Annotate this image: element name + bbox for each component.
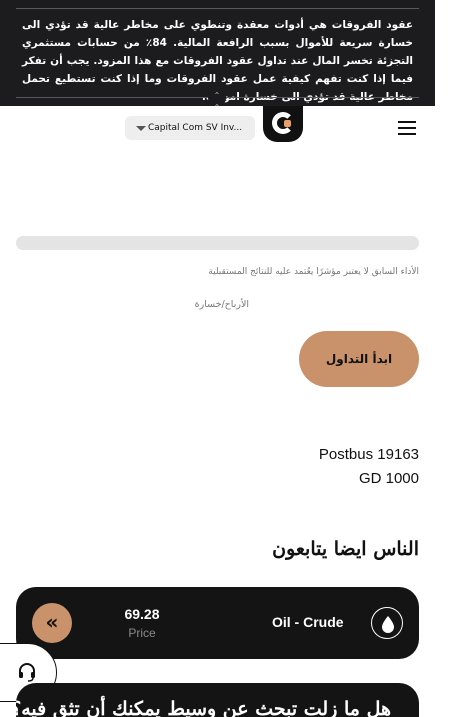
oil-drop-icon [371, 607, 403, 639]
risk-warning-banner: عقود الفروقات هي أدوات معقدة وتنطوي على … [0, 0, 435, 112]
profit-loss-label: الأرباح/خسارة [194, 299, 249, 310]
hamburger-menu-icon[interactable] [398, 121, 416, 135]
address-line: GD 1000 [358, 470, 419, 487]
instrument-price-label: Price [128, 626, 156, 640]
double-chevron-up-icon[interactable]: ⌃⌃ [208, 90, 226, 112]
double-chevron-left-icon[interactable]: « [32, 603, 72, 643]
instrument-price: 69.28 [124, 606, 160, 622]
loading-bar [16, 236, 419, 250]
account-select[interactable]: Capital Com SV Inv... [125, 116, 255, 140]
trusted-broker-card: هل ما زلت تبحث عن وسيط يمكنك أن تثق فيه؟ [16, 683, 419, 717]
logo-dot [284, 120, 291, 127]
past-performance-disclaimer: الأداء السابق لا يعتبر مؤشرًا يعُتمد علي… [208, 267, 419, 277]
instrument-card-oil-crude[interactable]: « 69.28 Price Oil - Crude [16, 587, 419, 659]
caret-down-icon [136, 126, 146, 131]
instrument-name: Oil - Crude [272, 614, 344, 630]
trusted-broker-title: هل ما زلت تبحث عن وسيط يمكنك أن تثق فيه؟ [16, 698, 391, 717]
account-select-label: Capital Com SV Inv... [148, 123, 243, 133]
top-header: Capital Com SV Inv... [0, 106, 435, 150]
people-also-follow-title: الناس ايضا يتابعون [272, 538, 419, 560]
capital-com-logo[interactable] [263, 106, 303, 142]
address-line: Postbus 19163 [318, 446, 419, 463]
headset-icon [19, 663, 35, 682]
divider [16, 8, 419, 9]
start-trading-button[interactable]: ابدأ التداول [299, 331, 419, 387]
